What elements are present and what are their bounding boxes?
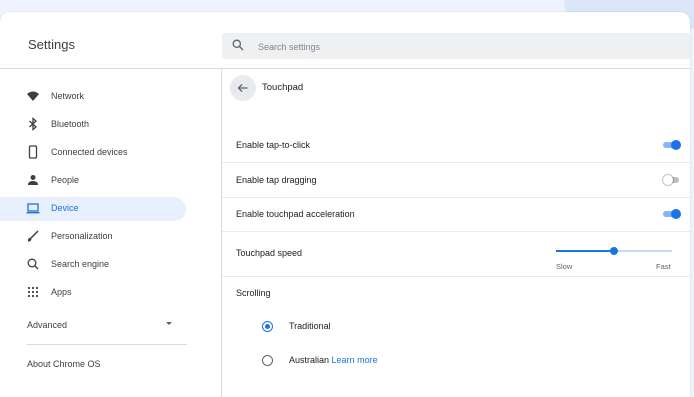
touchpad-speed-slider[interactable]	[556, 246, 672, 256]
acceleration-toggle[interactable]	[663, 209, 681, 219]
setting-row-acceleration: Enable touchpad acceleration	[222, 197, 690, 232]
sidebar-item-bluetooth[interactable]: Bluetooth	[0, 113, 186, 137]
advanced-label: Advanced	[27, 320, 68, 330]
radio-button[interactable]	[262, 321, 273, 332]
sidebar-item-label: Personalization	[51, 231, 113, 241]
sidebar-item-label: Network	[51, 91, 85, 101]
sidebar-item-apps[interactable]: Apps	[0, 281, 186, 305]
slider-fill	[556, 250, 614, 252]
setting-row-tap-dragging: Enable tap dragging	[222, 163, 690, 198]
wifi-icon	[27, 91, 39, 101]
sidebar-item-device[interactable]: Device	[0, 197, 186, 221]
sidebar-item-label: Device	[51, 203, 79, 213]
search-box[interactable]	[222, 33, 690, 61]
sidebar-item-search-engine[interactable]: Search engine	[0, 253, 186, 277]
toggle-knob	[671, 140, 681, 150]
scrolling-section-title: Scrolling	[236, 288, 271, 298]
radio-button[interactable]	[262, 355, 273, 366]
page-title: Touchpad	[262, 82, 304, 93]
settings-window: Settings Network Bluetooth Conne	[0, 12, 690, 397]
sidebar: Network Bluetooth Connected devices Peop…	[0, 69, 222, 397]
setting-row-tap-to-click: Enable tap-to-click	[222, 128, 690, 163]
setting-label: Enable tap-to-click	[236, 140, 311, 150]
tap-to-click-toggle[interactable]	[663, 140, 681, 150]
setting-label: Enable tap dragging	[236, 175, 317, 185]
header: Settings	[0, 12, 690, 69]
sidebar-item-label: Bluetooth	[51, 119, 90, 129]
apps-grid-icon	[27, 286, 39, 298]
setting-row-touchpad-speed: Touchpad speed Slow Fast	[222, 232, 690, 277]
slider-max-label: Fast	[656, 262, 671, 271]
app-title: Settings	[28, 37, 75, 52]
brush-icon	[27, 230, 39, 242]
divider	[27, 344, 187, 345]
sidebar-advanced-toggle[interactable]: Advanced	[0, 312, 186, 336]
sidebar-item-personalization[interactable]: Personalization	[0, 225, 186, 249]
search-icon	[232, 39, 244, 51]
sidebar-item-label: Apps	[51, 287, 72, 297]
sidebar-item-label: Search engine	[51, 259, 110, 269]
radio-option-traditional[interactable]: Traditional	[260, 320, 560, 334]
chevron-down-icon	[166, 322, 172, 325]
radio-label: Australian Learn more	[289, 355, 378, 365]
setting-label: Touchpad speed	[236, 248, 303, 258]
search-icon	[27, 258, 39, 270]
learn-more-link[interactable]: Learn more	[332, 355, 378, 365]
slider-knob[interactable]	[610, 247, 618, 255]
tap-dragging-toggle[interactable]	[663, 175, 681, 185]
back-button[interactable]	[230, 75, 256, 101]
radio-label: Traditional	[289, 321, 331, 331]
slider-min-label: Slow	[556, 262, 573, 271]
search-input[interactable]	[256, 33, 660, 61]
sidebar-item-label: People	[51, 175, 80, 185]
sidebar-item-people[interactable]: People	[0, 169, 186, 193]
main-panel: Touchpad Enable tap-to-click Enable tap …	[222, 69, 690, 397]
sidebar-item-about[interactable]: About Chrome OS	[27, 359, 101, 369]
radio-label-text: Australian	[289, 355, 330, 365]
toggle-knob	[671, 209, 681, 219]
sidebar-item-network[interactable]: Network	[0, 85, 186, 109]
laptop-icon	[26, 203, 40, 214]
setting-label: Enable touchpad acceleration	[236, 209, 355, 219]
sidebar-item-label: Connected devices	[51, 147, 128, 157]
phone-icon	[28, 145, 38, 159]
arrow-back-icon	[237, 84, 248, 92]
bluetooth-icon	[29, 117, 37, 131]
person-icon	[28, 175, 38, 185]
toggle-knob	[663, 175, 673, 185]
radio-option-australian[interactable]: Australian Learn more	[260, 354, 560, 368]
sidebar-item-connected-devices[interactable]: Connected devices	[0, 141, 186, 165]
